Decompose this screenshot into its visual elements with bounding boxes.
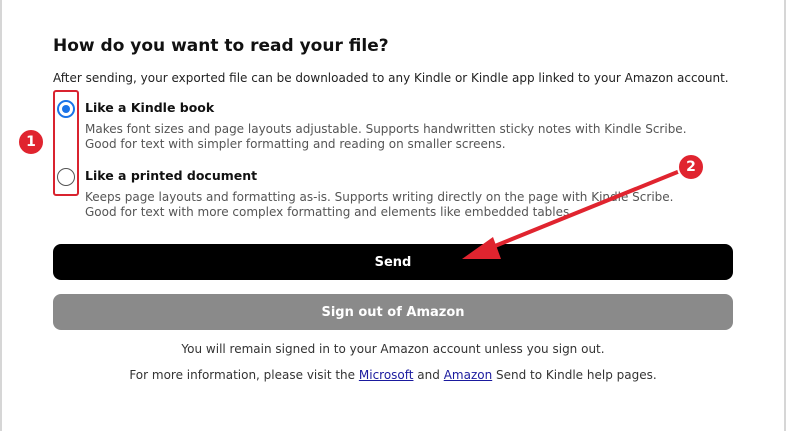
help-note-and: and: [413, 368, 444, 382]
printed-document-label: Like a printed document: [85, 168, 258, 183]
signed-in-note: You will remain signed in to your Amazon…: [181, 342, 605, 356]
annotation-badge-1: 1: [17, 128, 45, 156]
printed-document-desc-line1: Keeps page layouts and formatting as-is.…: [85, 190, 674, 204]
kindle-book-desc-line1: Makes font sizes and page layouts adjust…: [85, 122, 687, 136]
help-note-prefix: For more information, please visit the: [129, 368, 359, 382]
radio-highlight-box: [53, 90, 79, 196]
intro-text: After sending, your exported file can be…: [53, 71, 729, 85]
sign-out-button[interactable]: Sign out of Amazon: [53, 294, 733, 330]
annotation-badge-2: 2: [677, 153, 705, 181]
page-title: How do you want to read your file?: [53, 36, 389, 56]
kindle-book-description: Makes font sizes and page layouts adjust…: [85, 122, 687, 152]
kindle-book-desc-line2: Good for text with simpler formatting an…: [85, 137, 506, 151]
send-button[interactable]: Send: [53, 244, 733, 280]
amazon-link[interactable]: Amazon: [444, 368, 493, 382]
printed-document-description: Keeps page layouts and formatting as-is.…: [85, 190, 673, 220]
help-note-suffix: Send to Kindle help pages.: [492, 368, 657, 382]
window-left-border: [0, 0, 2, 431]
help-pages-note: For more information, please visit the M…: [0, 368, 786, 382]
microsoft-link[interactable]: Microsoft: [359, 368, 414, 382]
kindle-book-label: Like a Kindle book: [85, 100, 215, 115]
printed-document-desc-line2: Good for text with more complex formatti…: [85, 205, 574, 219]
